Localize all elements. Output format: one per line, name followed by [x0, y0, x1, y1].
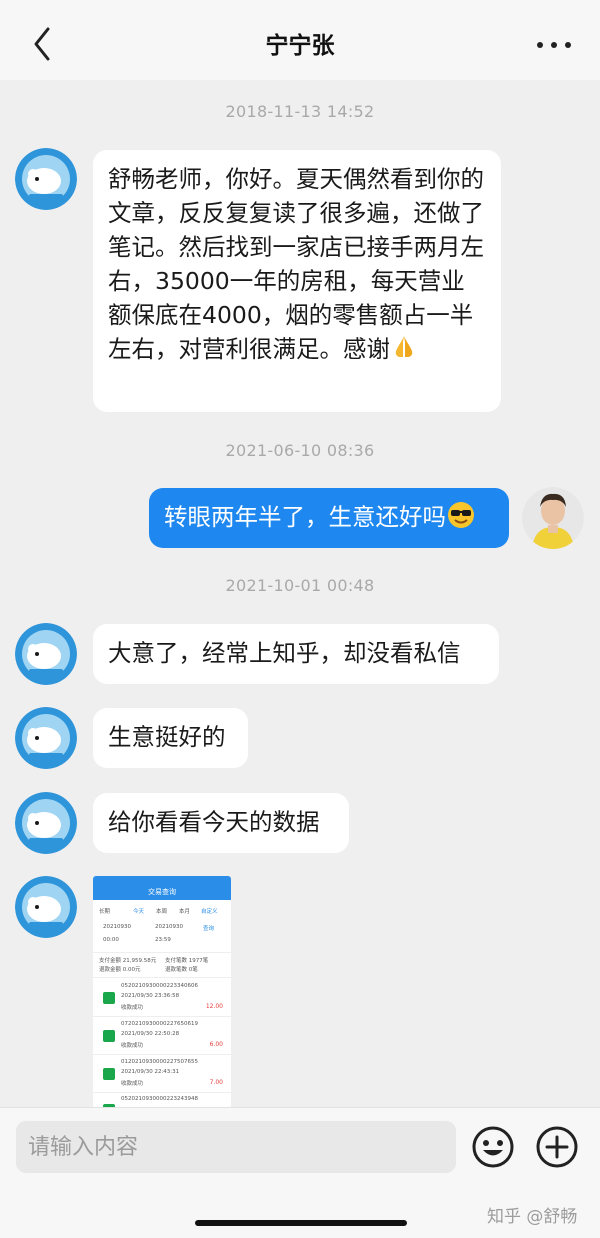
- timestamp: 2018-11-13 14:52: [225, 102, 375, 121]
- message-bubble-2: 转眼两年半了，生意还好吗: [149, 488, 509, 548]
- thumb-tab: 今天: [133, 909, 145, 915]
- thumb-order-amount: 6.00: [209, 1041, 223, 1048]
- thumb-tab: 自定义: [201, 909, 218, 915]
- contact-avatar[interactable]: [15, 707, 77, 769]
- message-text: 生意挺好的: [108, 723, 226, 751]
- thumb-order-status: 收款成功: [121, 1043, 144, 1049]
- thumb-divider: [93, 1016, 231, 1017]
- thumb-tab: 长期: [99, 909, 111, 915]
- emoji-icon[interactable]: [471, 1125, 515, 1169]
- thumb-order-amount: 7.00: [209, 1079, 223, 1086]
- contact-avatar[interactable]: [15, 148, 77, 210]
- thumb-order-id: 0520210930000223340606: [121, 983, 198, 989]
- chat-header: 宁宁张: [0, 0, 600, 80]
- message-bubble-3: 大意了，经常上知乎，却没看私信: [93, 624, 499, 684]
- thumb-time: 00:00: [103, 937, 119, 943]
- thumb-order-amount: 12.00: [205, 1003, 223, 1010]
- thumb-header: 交易查询: [93, 884, 231, 900]
- thumb-order-time: 2021/09/30 22:43:31: [121, 1069, 180, 1075]
- thumb-tab: 本月: [179, 909, 191, 915]
- chat-title: 宁宁张: [265, 33, 335, 59]
- thumb-order-id: 0120210930000227507655: [121, 1059, 198, 1065]
- message-bubble-5: 给你看看今天的数据: [93, 793, 349, 853]
- contact-avatar[interactable]: [15, 876, 77, 938]
- plus-icon[interactable]: [535, 1125, 579, 1169]
- wechat-pay-icon: [103, 1030, 115, 1042]
- thumb-tab: 本周: [156, 909, 168, 915]
- contact-avatar[interactable]: [15, 792, 77, 854]
- wechat-pay-icon: [103, 992, 115, 1004]
- image-message-thumbnail[interactable]: 交易查询 长期 今天 本周 本月 自定义 20210930 20210930 查…: [93, 876, 231, 1108]
- wechat-pay-icon: [103, 1068, 115, 1080]
- thumb-time-row: 00:00 23:59: [93, 937, 231, 949]
- thumb-tabs: 长期 今天 本周 本月 自定义: [93, 907, 231, 919]
- thumb-divider: [93, 977, 231, 978]
- message-bubble-1: 舒畅老师，你好。夏天偶然看到你的文章，反反复复读了很多遍，还做了笔记。然后找到一…: [93, 150, 501, 412]
- thumb-stat: 支付笔数 1977笔: [165, 958, 209, 964]
- thumb-divider: [93, 952, 231, 953]
- message-text: 大意了，经常上知乎，却没看私信: [108, 639, 461, 667]
- thumb-stat: 退款金额 0.00元: [99, 967, 141, 973]
- message-input[interactable]: [16, 1121, 456, 1173]
- thumb-query: 查询: [203, 926, 215, 932]
- timestamp: 2021-10-01 00:48: [225, 576, 375, 595]
- thumb-title: 交易查询: [148, 888, 176, 896]
- thumb-stat: 支付金额 21,959.58元: [99, 958, 157, 964]
- thumb-order-status: 收款成功: [121, 1081, 144, 1087]
- home-indicator[interactable]: [195, 1220, 407, 1226]
- thumb-date-row: 20210930 20210930 查询: [93, 924, 231, 936]
- more-dots-icon[interactable]: [534, 30, 574, 60]
- thumb-stats-row: 退款金额 0.00元 退款笔数 0笔: [93, 965, 231, 975]
- thumb-stat: 退款笔数 0笔: [165, 967, 198, 973]
- thumb-status-bar: [93, 876, 231, 884]
- thumb-order-time: 2021/09/30 22:50:28: [121, 1031, 180, 1037]
- timestamp: 2021-06-10 08:36: [225, 441, 375, 460]
- pray-emoji-icon: [395, 336, 413, 357]
- thumb-divider: [93, 1054, 231, 1055]
- message-text: 给你看看今天的数据: [108, 808, 320, 836]
- user-avatar[interactable]: [522, 487, 584, 549]
- thumb-order-id: 0720210930000227650619: [121, 1021, 198, 1027]
- contact-avatar[interactable]: [15, 623, 77, 685]
- thumb-date: 20210930: [155, 924, 183, 930]
- message-bubble-4: 生意挺好的: [93, 708, 248, 768]
- thumb-order-time: 2021/09/30 23:36:58: [121, 993, 180, 999]
- thumb-order-id: 0520210930000223243948: [121, 1096, 198, 1102]
- thumb-divider: [93, 1092, 231, 1093]
- thumb-time: 23:59: [155, 937, 171, 943]
- thumb-date: 20210930: [103, 924, 131, 930]
- sunglasses-emoji-icon: [448, 502, 474, 528]
- thumb-order-status: 收款成功: [121, 1005, 144, 1011]
- message-text: 舒畅老师，你好。夏天偶然看到你的文章，反反复复读了很多遍，还做了笔记。然后找到一…: [108, 165, 484, 363]
- input-bar: 知乎 @舒畅: [0, 1107, 600, 1238]
- watermark: 知乎 @舒畅: [487, 1207, 578, 1227]
- message-text: 转眼两年半了，生意还好吗: [164, 503, 446, 531]
